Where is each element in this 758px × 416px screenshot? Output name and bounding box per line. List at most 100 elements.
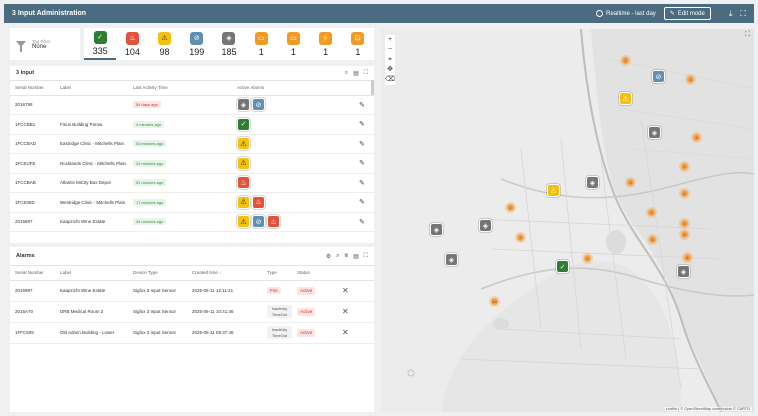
edit-mode-label: Edit mode	[677, 10, 705, 17]
close-icon[interactable]: ✕	[337, 280, 374, 302]
fullscreen-icon[interactable]: ⛶	[740, 9, 746, 19]
col-last-activity[interactable]: Last Activity Time	[128, 81, 232, 96]
map-cluster[interactable]: 4	[679, 188, 690, 199]
realtime-selector[interactable]: Realtime - last day	[596, 10, 656, 17]
map-marker-signal[interactable]: ◈	[430, 223, 443, 236]
col-label[interactable]: Label	[55, 266, 128, 281]
created-time: 2025-06-11 12:11:21	[187, 280, 262, 302]
col-device-type[interactable]: Device Type	[128, 266, 187, 281]
created-time: 2025-06-11 10:41:46	[187, 301, 262, 323]
map-cluster[interactable]: 3	[646, 207, 657, 218]
location-pin-icon[interactable]: ⌖	[388, 55, 392, 65]
last-activity-badge: 34 minutes ago	[133, 218, 167, 226]
table-row[interactable]: 2016A70 DRB Medical Room 2 Sigfox 3 Input …	[10, 301, 374, 323]
edit-pencil-icon[interactable]: ✎	[354, 134, 374, 154]
kpi-count: 98	[159, 46, 170, 57]
map-cluster[interactable]: 14	[489, 296, 500, 307]
edit-pencil-icon[interactable]: ✎	[354, 192, 374, 213]
zoom-out-button[interactable]: −	[388, 45, 392, 55]
map-marker-warning[interactable]: ⚠	[547, 184, 560, 197]
close-icon[interactable]: ✕	[337, 322, 374, 344]
search-icon[interactable]: ⌕	[336, 253, 339, 260]
download-icon[interactable]: ⤓	[729, 9, 733, 19]
kpi-lock[interactable]: ⊡ 1	[342, 28, 374, 60]
kpi-plug[interactable]: ⚡ 1	[310, 28, 342, 60]
map-cluster[interactable]: 3	[679, 218, 690, 229]
edit-pencil-icon[interactable]: ✎	[354, 114, 374, 135]
kpi-battery-low[interactable]: ▭ 1	[245, 28, 277, 60]
col-created-time[interactable]: Created time ↓	[187, 266, 262, 281]
map-fullscreen-icon[interactable]: ⛶	[745, 31, 750, 39]
active-alarms: ◈ ⊘	[237, 98, 354, 112]
kpi-count: 199	[189, 46, 205, 57]
expand-icon[interactable]: ⛶	[364, 70, 368, 77]
fire-icon: ♨	[125, 31, 139, 45]
table-row[interactable]: 1FFC509 Old Admin Building - Lower Sigfox …	[10, 322, 374, 344]
map-cluster[interactable]: 4	[679, 229, 690, 240]
col-serial[interactable]: Serial Number	[10, 81, 55, 96]
lock-icon: ⊡	[351, 31, 365, 45]
table-row[interactable]: 1FCCBAB Atlantis MiCity Bus Depot 51 minut…	[10, 173, 374, 193]
kpi-fire[interactable]: ♨ 104	[116, 28, 148, 60]
table-row[interactable]: 2016798 54 days ago ◈ ⊘ ✎	[10, 95, 374, 115]
map-cluster[interactable]: 4	[682, 252, 693, 263]
kpi-check[interactable]: ✓ 335	[84, 28, 117, 60]
col-active-alarms[interactable]: Active Alarms	[232, 81, 354, 96]
map-cluster[interactable]: 3	[582, 253, 593, 264]
scrollbar[interactable]	[371, 80, 374, 95]
map-marker-signal[interactable]: ◈	[677, 265, 690, 278]
table-row[interactable]: 2016997 Kaapzicht Wine Estate Sigfox 3 Inp…	[10, 280, 374, 302]
table-row[interactable]: 1FCE05D Westridge Clinic - Mitchells Plai…	[10, 192, 374, 213]
kpi-warning[interactable]: ⚠ 98	[148, 28, 180, 60]
map-cluster[interactable]: 3	[691, 132, 702, 143]
eraser-icon[interactable]: ⌫	[385, 75, 395, 85]
col-label[interactable]: Label	[55, 81, 128, 96]
tag-filter[interactable]: Tag Filter None	[10, 28, 80, 60]
kpi-signal[interactable]: ◈ 185	[213, 28, 245, 60]
edit-pencil-icon[interactable]: ✎	[354, 173, 374, 193]
map-view[interactable]: + − ⌖ ✥ ⌫ ⛶ ⊘ ⚠ ◈ ⚠ ◈ ◈ ◈ ◈ ✓ ◈ 2 4 3 2 3 4 2 3 3 4 6 2 3 4 14 L…	[381, 29, 754, 412]
map-cluster[interactable]: 2	[679, 161, 690, 172]
table-row[interactable]: 1FCCBAD Eastridge Clinic - Mitchells Plai…	[10, 134, 374, 154]
device-label	[55, 95, 128, 115]
map-marker-signal[interactable]: ◈	[479, 219, 492, 232]
edit-pencil-icon[interactable]: ✎	[354, 153, 374, 174]
close-icon[interactable]: ✕	[337, 301, 374, 323]
export-icon[interactable]: ▤	[353, 253, 359, 260]
col-serial[interactable]: Serial Number	[10, 266, 55, 281]
col-status[interactable]: Status	[292, 266, 337, 281]
kpi-compass[interactable]: ⊘ 199	[181, 28, 213, 60]
map-cluster[interactable]: 6	[647, 234, 658, 245]
filter-icon[interactable]: ⩸	[344, 253, 348, 260]
expand-icon[interactable]: ⛶	[364, 253, 368, 260]
table-row[interactable]: 1FCCBB1 Finus Building Parow 4 minutes ago…	[10, 114, 374, 135]
map-cluster[interactable]: 2	[515, 232, 526, 243]
table-row[interactable]: 2016997 Kaapzicht Wine Estate 34 minutes a…	[10, 212, 374, 232]
kpi-battery[interactable]: ▭ 1	[277, 28, 309, 60]
move-icon[interactable]: ✥	[387, 65, 393, 75]
edit-pencil-icon[interactable]: ✎	[354, 95, 374, 115]
map-cluster[interactable]: 2	[505, 202, 516, 213]
alarms-table: Serial Number Label Device Type Created …	[10, 266, 374, 344]
serial-number: 1FCCBAB	[10, 173, 55, 193]
map-cluster[interactable]: 3	[625, 177, 636, 188]
export-icon[interactable]: ▤	[353, 70, 359, 77]
col-type[interactable]: Type	[262, 266, 292, 281]
edit-pencil-icon[interactable]: ✎	[354, 212, 374, 232]
map-marker-check[interactable]: ✓	[556, 260, 569, 273]
edit-mode-button[interactable]: ✎ Edit mode	[663, 7, 711, 20]
zoom-in-button[interactable]: +	[388, 35, 392, 45]
map-marker-signal[interactable]: ◈	[445, 253, 458, 266]
map-marker-warning[interactable]: ⚠	[619, 92, 632, 105]
map-attribution[interactable]: Leaflet | © OpenStreetMap contributors ©…	[663, 407, 752, 411]
status-badge: Active	[297, 328, 316, 337]
map-marker-signal[interactable]: ◈	[648, 126, 661, 139]
gear-icon[interactable]: ⚙	[326, 253, 331, 260]
map-marker-compass[interactable]: ⊘	[652, 70, 665, 83]
alarms-panel-title: Alarms	[16, 253, 35, 259]
map-cluster[interactable]: 2	[620, 55, 631, 66]
search-icon[interactable]: ⌕	[345, 70, 348, 77]
table-row[interactable]: 1FCEUFE Rocklands Clinic - Mitchells Plai…	[10, 153, 374, 174]
map-marker-signal[interactable]: ◈	[586, 176, 599, 189]
map-cluster[interactable]: 4	[685, 74, 696, 85]
